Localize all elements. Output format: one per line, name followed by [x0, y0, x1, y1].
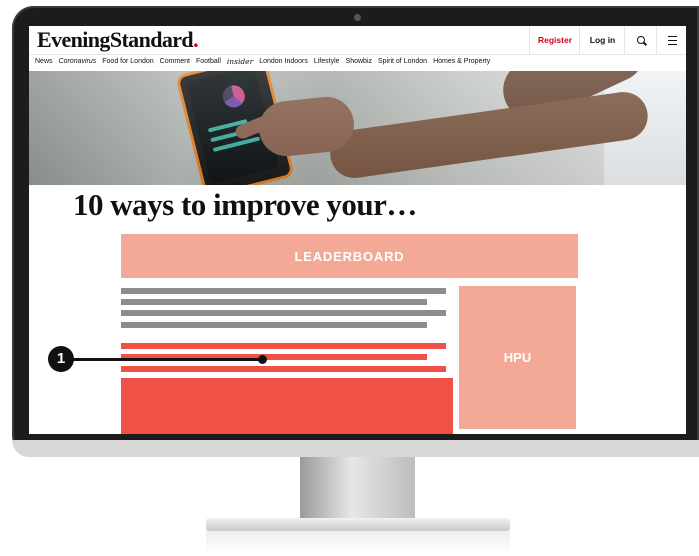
nav-item-london-indoors[interactable]: London Indoors: [259, 56, 308, 68]
monitor-bottom-edge: [12, 440, 699, 457]
monitor-screen: EveningStandard. Register Log in News Co…: [29, 26, 686, 434]
article-headline[interactable]: 10 ways to improve your…: [73, 187, 417, 223]
monitor-stand-neck: [300, 457, 415, 523]
search-icon: [637, 36, 645, 44]
text-line-placeholder: [121, 310, 446, 316]
nav-item-comment[interactable]: Comment: [160, 56, 190, 68]
highlighted-text-line: [121, 343, 446, 349]
monitor-stand-base: [206, 518, 510, 531]
hero-image: [29, 71, 686, 185]
logo-dot: .: [193, 27, 198, 52]
menu-icon: [667, 36, 677, 46]
nav-item-spirit-of-london[interactable]: Spirit of London: [378, 56, 427, 68]
site-logo[interactable]: EveningStandard.: [37, 27, 199, 53]
nav-item-insider[interactable]: insider: [227, 56, 253, 68]
nav-item-football[interactable]: Football: [196, 56, 221, 68]
hero-overlay: [29, 71, 686, 185]
text-line-placeholder: [121, 288, 446, 294]
search-button[interactable]: [624, 26, 657, 54]
site-header: EveningStandard. Register Log in: [29, 26, 686, 55]
text-line-placeholder: [121, 299, 427, 305]
callout-pointer-dot: [258, 355, 267, 364]
menu-button[interactable]: [656, 26, 686, 54]
nav-item-homes-property[interactable]: Homes & Property: [433, 56, 490, 68]
nav-item-showbiz[interactable]: Showbiz: [346, 56, 372, 68]
nav-item-news[interactable]: News: [35, 56, 53, 68]
login-button[interactable]: Log in: [579, 26, 625, 54]
highlighted-text-line: [121, 366, 446, 372]
main-navigation: News Coronavirus Food for London Comment…: [35, 56, 490, 68]
monitor-stand-reflection: [206, 531, 510, 553]
text-line-placeholder: [121, 322, 427, 328]
register-button[interactable]: Register: [529, 26, 580, 54]
highlighted-content-block: [121, 378, 453, 434]
callout-leader-line: [70, 358, 262, 361]
nav-item-coronavirus[interactable]: Coronavirus: [59, 56, 97, 68]
leaderboard-label: LEADERBOARD: [294, 248, 405, 264]
webcam-icon: [354, 14, 361, 21]
callout-number-badge: 1: [48, 346, 74, 372]
leaderboard-ad[interactable]: LEADERBOARD: [121, 234, 578, 278]
hpu-label: HPU: [503, 350, 532, 365]
nav-item-food-for-london[interactable]: Food for London: [102, 56, 153, 68]
hpu-ad[interactable]: HPU: [459, 286, 576, 429]
logo-text: EveningStandard: [37, 27, 194, 52]
nav-item-lifestyle[interactable]: Lifestyle: [314, 56, 340, 68]
